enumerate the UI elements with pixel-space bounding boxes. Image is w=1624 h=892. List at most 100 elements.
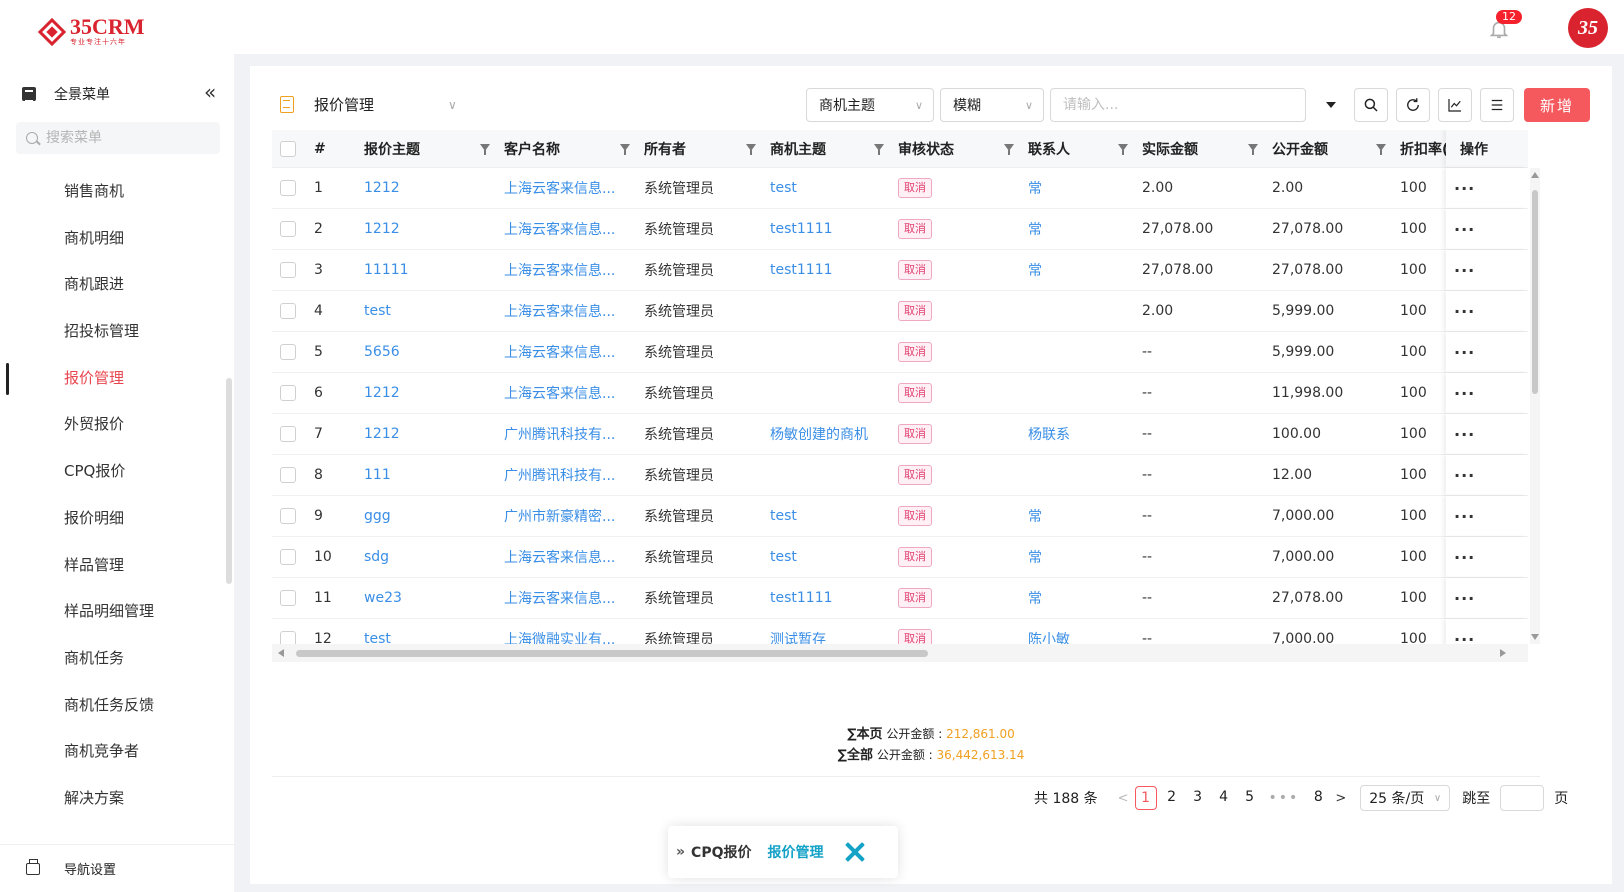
chart-button[interactable] [1438, 88, 1472, 122]
cell-link[interactable]: 上海云客来信息... [504, 588, 615, 608]
sidebar-item[interactable]: 样品管理 [0, 542, 226, 589]
more-icon[interactable]: ··· [1454, 466, 1475, 485]
column-header[interactable]: 联系人 [1028, 130, 1142, 167]
table-row[interactable]: 11 we23 上海云客来信息... 系统管理员 test1111 取消 常 -- 27,078… [272, 578, 1528, 619]
cell-link[interactable]: 1212 [364, 221, 400, 237]
sidebar-item[interactable]: 招投标管理 [0, 308, 226, 355]
close-icon[interactable] [845, 842, 865, 862]
cell-link[interactable]: 常 [1028, 260, 1042, 280]
cell-link[interactable]: test [770, 180, 797, 196]
cell-link[interactable]: 1212 [364, 385, 400, 401]
nav-settings[interactable]: 导航设置 [0, 844, 234, 892]
column-header[interactable]: 审核状态 [898, 130, 1028, 167]
filter-icon[interactable] [1248, 144, 1258, 155]
column-header[interactable]: 公开金额 [1272, 130, 1400, 167]
table-row[interactable]: 7 1212 广州腾讯科技有... 系统管理员 杨敏创建的商机 取消 杨联系 -- 100.00… [272, 414, 1528, 455]
row-checkbox[interactable] [280, 385, 296, 401]
row-checkbox[interactable] [280, 508, 296, 524]
cell-link[interactable]: 上海云客来信息... [504, 383, 615, 403]
scroll-left-icon[interactable] [278, 649, 284, 657]
sidebar-item[interactable]: 商机竞争者 [0, 728, 226, 775]
more-icon[interactable]: ··· [1454, 507, 1475, 526]
scroll-right-icon[interactable] [1500, 649, 1506, 657]
sidebar-item[interactable]: 样品明细管理 [0, 588, 226, 635]
scroll-down-icon[interactable] [1531, 634, 1539, 640]
add-quote-button[interactable]: 新增 [1524, 88, 1590, 122]
table-row[interactable]: 1 1212 上海云客来信息... 系统管理员 test 取消 常 2.00 2.00 100 ··… [272, 168, 1528, 209]
caret-down-icon[interactable] [1326, 102, 1336, 108]
column-header[interactable]: 商机主题 [770, 130, 898, 167]
row-checkbox[interactable] [280, 344, 296, 360]
menu-search-input[interactable] [46, 130, 206, 146]
cell-link[interactable]: 上海云客来信息... [504, 260, 615, 280]
cell-link[interactable]: 上海云客来信息... [504, 219, 615, 239]
more-icon[interactable]: ··· [1454, 589, 1475, 608]
sidebar-item[interactable]: 外贸报价 [0, 401, 226, 448]
scroll-thumb[interactable] [1532, 190, 1538, 394]
search-input[interactable] [1050, 88, 1306, 122]
double-chevron-left-icon[interactable]: « [204, 80, 216, 104]
row-checkbox[interactable] [280, 467, 296, 483]
filter-icon[interactable] [874, 144, 884, 155]
prev-page-icon[interactable]: < [1118, 791, 1129, 806]
table-row[interactable]: 9 ggg 广州市新豪精密... 系统管理员 test 取消 常 -- 7,000.00 100 ·… [272, 496, 1528, 537]
sidebar-item[interactable]: 商机明细 [0, 215, 226, 262]
sidebar-item[interactable]: 销售商机 [0, 168, 226, 215]
column-header[interactable]: 客户名称 [504, 130, 644, 167]
filter-icon[interactable] [620, 144, 630, 155]
column-header[interactable]: 操作 [1446, 130, 1528, 167]
cell-link[interactable]: 广州腾讯科技有... [504, 424, 615, 444]
scroll-thumb[interactable] [296, 650, 928, 657]
table-row[interactable]: 10 sdg 上海云客来信息... 系统管理员 test 取消 常 -- 7,000.00 100… [272, 537, 1528, 578]
more-icon[interactable]: ··· [1454, 548, 1475, 567]
more-icon[interactable]: ··· [1454, 425, 1475, 444]
row-checkbox[interactable] [280, 590, 296, 606]
cell-link[interactable]: 上海云客来信息... [504, 342, 615, 362]
page-title-selector[interactable]: 报价管理 ∨ [280, 94, 457, 115]
cell-link[interactable]: test1111 [770, 221, 833, 237]
cell-link[interactable]: we23 [364, 590, 402, 606]
row-checkbox[interactable] [280, 303, 296, 319]
cell-link[interactable]: test [770, 549, 797, 565]
cell-link[interactable]: test [770, 508, 797, 524]
cell-link[interactable]: 杨敏创建的商机 [770, 424, 868, 444]
cell-link[interactable]: 广州腾讯科技有... [504, 465, 615, 485]
cell-link[interactable]: test1111 [770, 590, 833, 606]
cell-link[interactable]: 常 [1028, 506, 1042, 526]
cell-link[interactable]: 常 [1028, 547, 1042, 567]
column-header[interactable]: 实际金额 [1142, 130, 1272, 167]
more-icon[interactable]: ··· [1454, 261, 1475, 280]
column-header[interactable]: 报价主题 [364, 130, 504, 167]
filter-icon[interactable] [1376, 144, 1386, 155]
filter-icon[interactable] [480, 144, 490, 155]
row-checkbox[interactable] [280, 180, 296, 196]
cell-link[interactable]: test [364, 303, 391, 319]
cell-link[interactable]: 1212 [364, 426, 400, 442]
page-number[interactable]: 3 [1187, 786, 1209, 810]
sidebar-item[interactable]: 报价管理 [0, 355, 226, 402]
sidebar-item[interactable]: 商机任务反馈 [0, 682, 226, 729]
column-header[interactable]: 折扣率( [1400, 130, 1448, 167]
more-icon[interactable]: ··· [1454, 179, 1475, 198]
next-page-icon[interactable]: > [1335, 791, 1346, 806]
cell-link[interactable]: 111 [364, 467, 391, 483]
table-row[interactable]: 8 111 广州腾讯科技有... 系统管理员 取消 -- 12.00 100 ··· [272, 455, 1528, 496]
match-mode-select[interactable]: 模糊 ∨ [940, 88, 1044, 122]
field-select[interactable]: 商机主题 ∨ [806, 88, 934, 122]
cell-link[interactable]: 常 [1028, 178, 1042, 198]
column-header[interactable]: 所有者 [644, 130, 770, 167]
cell-link[interactable]: 1212 [364, 180, 400, 196]
filter-icon[interactable] [746, 144, 756, 155]
sidebar-item[interactable]: 商机跟进 [0, 261, 226, 308]
menu-scrollbar[interactable] [226, 378, 232, 584]
breadcrumb-parent[interactable]: CPQ报价 [691, 842, 751, 862]
row-checkbox[interactable] [280, 262, 296, 278]
more-icon[interactable]: ··· [1454, 343, 1475, 362]
page-number[interactable]: 4 [1213, 786, 1235, 810]
more-icon[interactable]: ··· [1454, 302, 1475, 321]
horizontal-scrollbar[interactable] [272, 644, 1528, 662]
cell-link[interactable]: test1111 [770, 262, 833, 278]
menu-search[interactable] [16, 122, 220, 154]
avatar[interactable]: 35 [1568, 8, 1608, 48]
sidebar-item[interactable]: 解决方案 [0, 775, 226, 822]
